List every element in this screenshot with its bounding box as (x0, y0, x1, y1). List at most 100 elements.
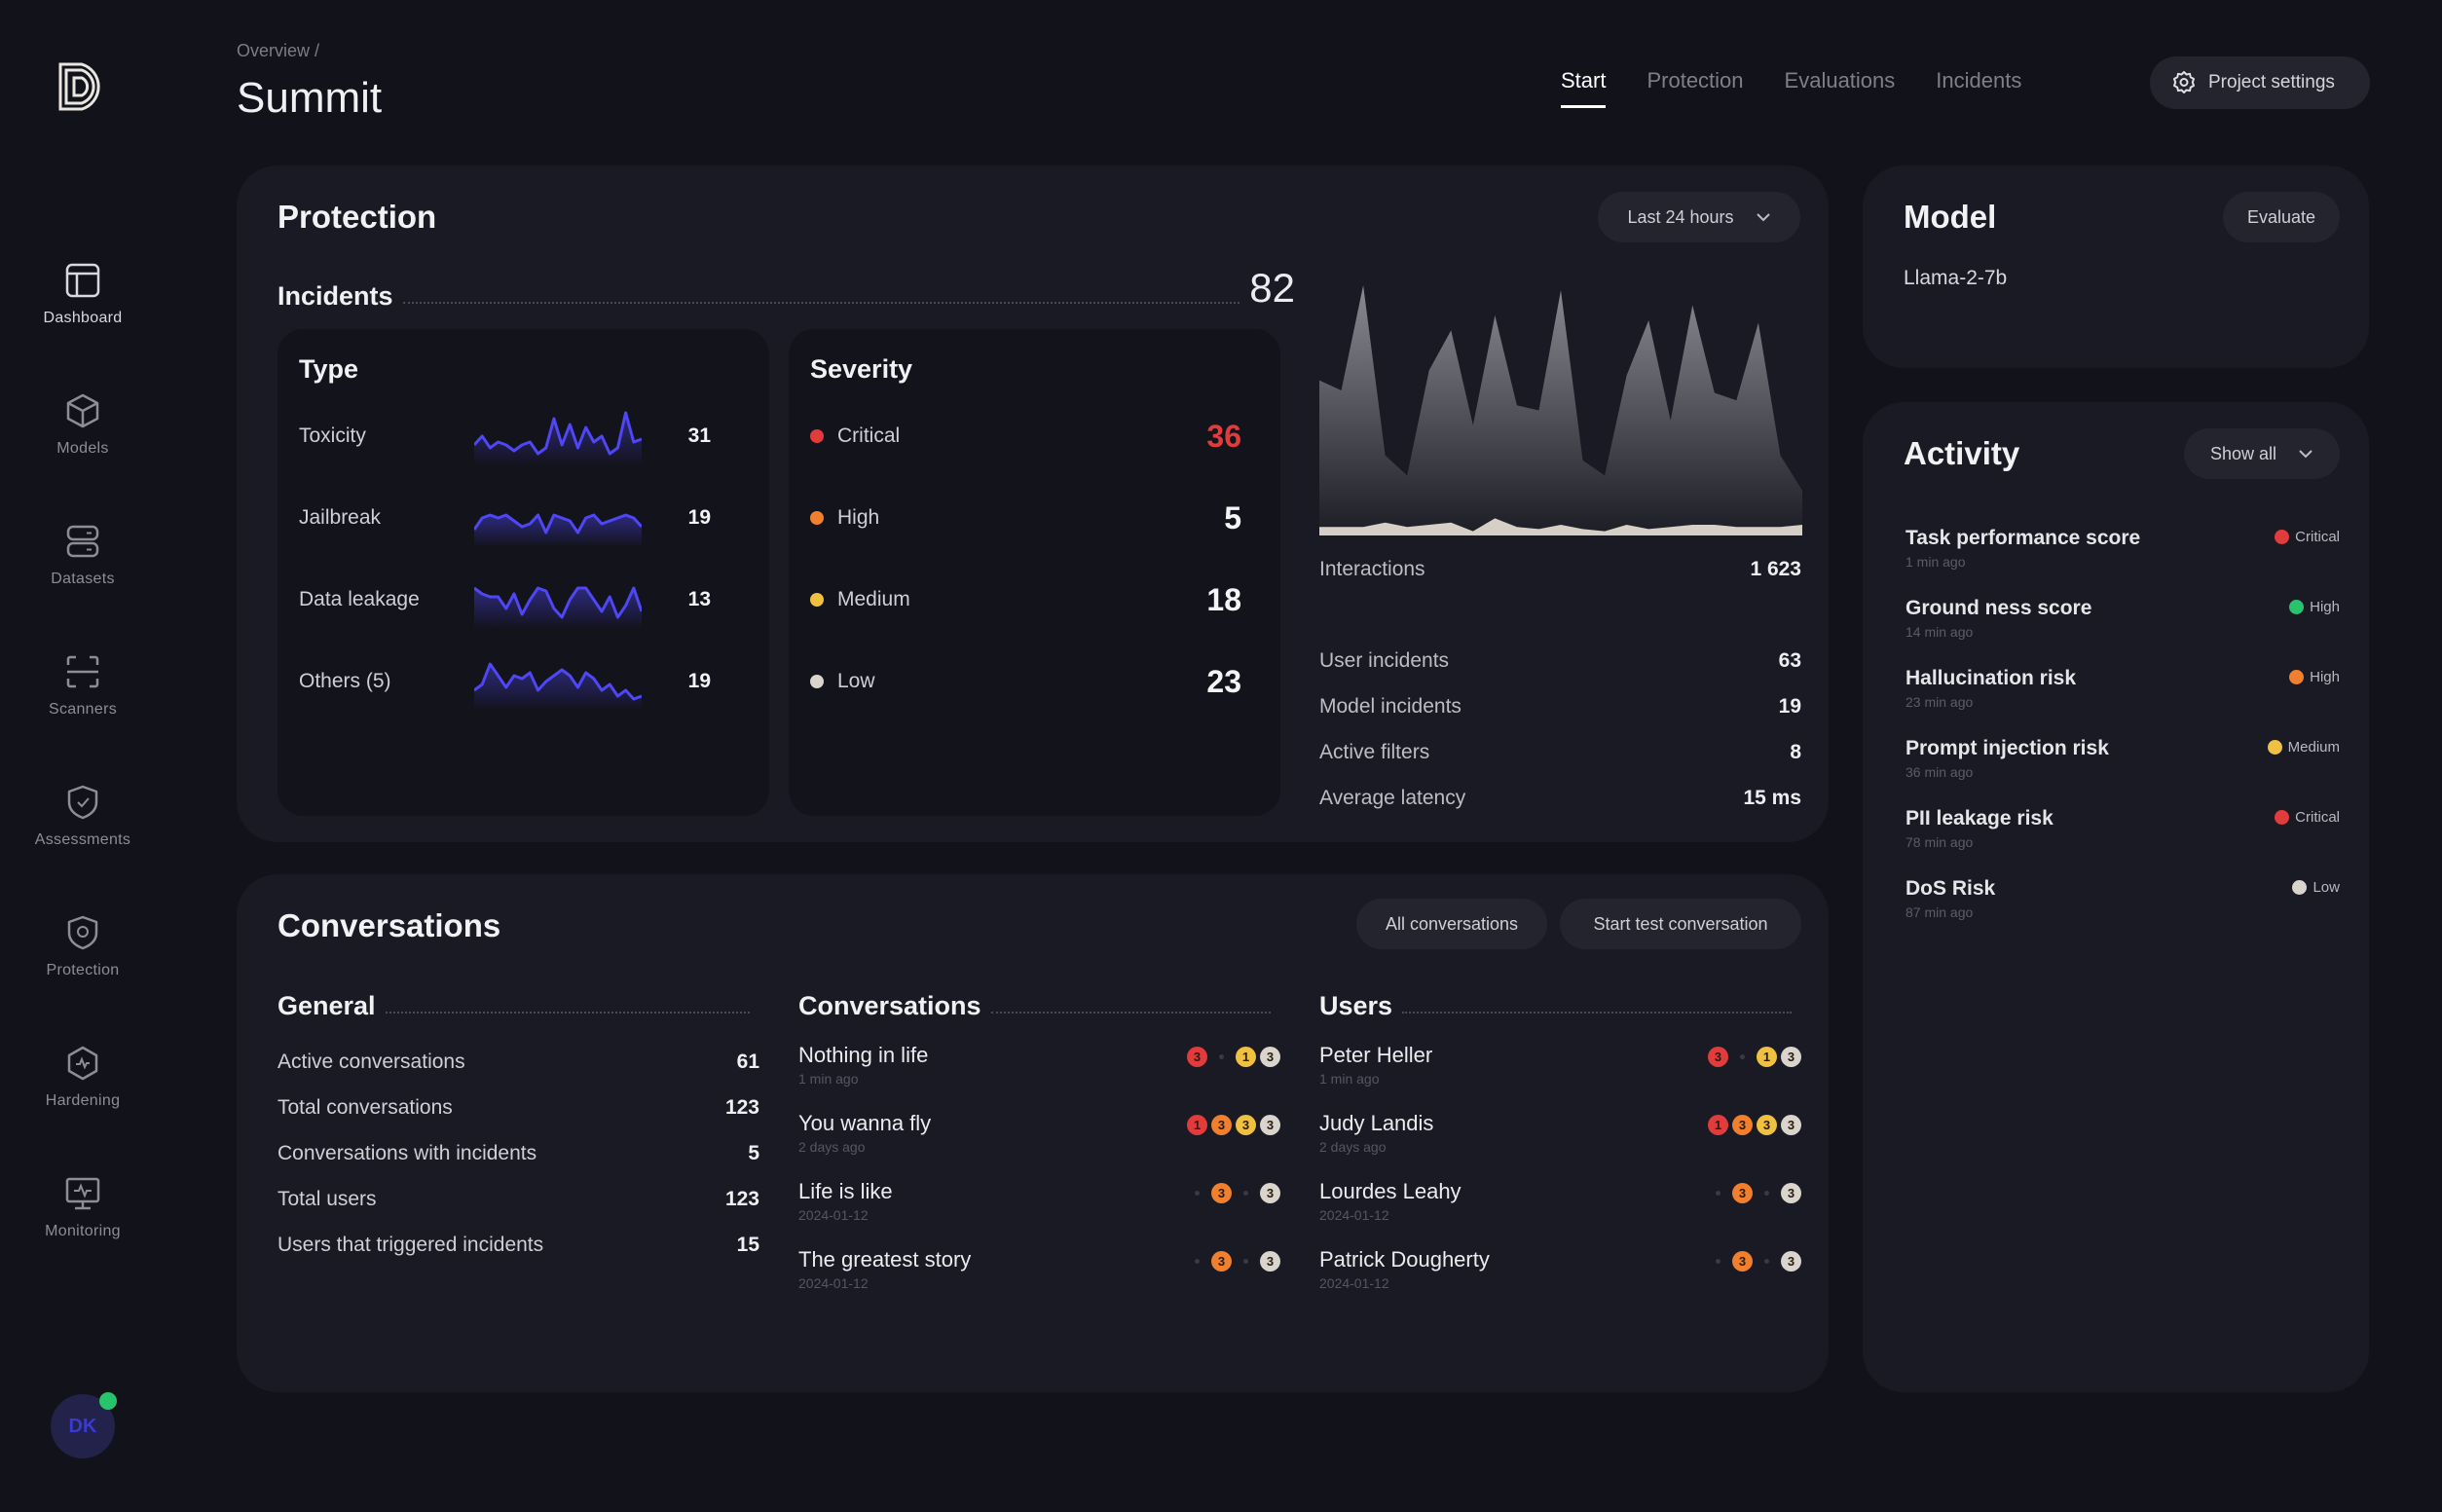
stat-value: 8 (1790, 741, 1801, 763)
project-settings-button[interactable]: Project settings (2150, 56, 2370, 109)
breadcrumb[interactable]: Overview / (237, 41, 319, 61)
activity-item[interactable]: Ground ness score 14 min ago High (1906, 597, 2340, 667)
conversation-row[interactable]: Life is like 2024-01-12 3 3 (798, 1179, 1280, 1247)
user-row[interactable]: Peter Heller 1 min ago 3 1 3 (1319, 1043, 1801, 1111)
severity-row-high[interactable]: High 5 (810, 489, 1241, 547)
interactions-label: Interactions (1319, 558, 1425, 580)
time-range-label: Last 24 hours (1627, 206, 1734, 227)
type-row-toxicity[interactable]: Toxicity 31 (299, 407, 748, 465)
model-name[interactable]: Llama-2-7b (1904, 267, 2007, 290)
activity-item[interactable]: PII leakage risk 78 min ago Critical (1906, 807, 2340, 877)
low-count-badge: 3 (1260, 1115, 1280, 1135)
activity-item[interactable]: Prompt injection risk 36 min ago Medium (1906, 737, 2340, 807)
empty-badge (1211, 1047, 1232, 1067)
activity-title: Hallucination risk (1906, 667, 2077, 689)
tab-protection[interactable]: Protection (1646, 68, 1743, 108)
dotted-divider (1402, 1012, 1792, 1014)
low-count-badge: 3 (1781, 1047, 1801, 1067)
user-row[interactable]: Judy Landis 2 days ago 1 3 3 3 (1319, 1111, 1801, 1179)
user-avatar[interactable]: DK (51, 1392, 117, 1458)
cube-icon (66, 393, 99, 428)
activity-item[interactable]: Hallucination risk 23 min ago High (1906, 667, 2340, 737)
type-count: 19 (687, 670, 711, 692)
activity-title: DoS Risk (1906, 877, 1996, 900)
evaluate-button[interactable]: Evaluate (2223, 192, 2340, 242)
type-count: 31 (687, 424, 711, 447)
start-test-conversation-button[interactable]: Start test conversation (1560, 899, 1801, 949)
conversation-row[interactable]: The greatest story 2024-01-12 3 3 (798, 1247, 1280, 1315)
time-range-dropdown[interactable]: Last 24 hours (1598, 192, 1800, 242)
interactions-area-chart (1319, 285, 1802, 535)
activity-item[interactable]: DoS Risk 87 min ago Low (1906, 877, 2340, 947)
user-row[interactable]: Patrick Dougherty 2024-01-12 3 3 (1319, 1247, 1801, 1315)
severity-badges: 33 (1708, 1183, 1801, 1203)
general-stat-row: Conversations with incidents 5 (278, 1130, 759, 1176)
sidebar: Dashboard Models Datasets Scanners Asses… (0, 0, 166, 1512)
severity-badges: 313 (1187, 1047, 1280, 1067)
severity-dot-icon (2275, 530, 2290, 544)
critical-dot-icon (810, 429, 824, 443)
sidebar-item-assessments[interactable]: Assessments (0, 783, 166, 849)
severity-row-low[interactable]: Low 23 (810, 652, 1241, 711)
sidebar-item-scanners[interactable]: Scanners (0, 652, 166, 719)
sidebar-item-dashboard[interactable]: Dashboard (0, 261, 166, 327)
low-count-badge: 3 (1781, 1251, 1801, 1272)
general-stat-label: Users that triggered incidents (278, 1233, 544, 1256)
critical-count-badge: 1 (1187, 1115, 1207, 1135)
activity-time: 23 min ago (1906, 694, 1974, 710)
severity-row-critical[interactable]: Critical 36 (810, 407, 1241, 465)
project-settings-label: Project settings (2208, 72, 2335, 92)
sidebar-item-label: Hardening (45, 1092, 121, 1109)
empty-badge (1187, 1251, 1207, 1272)
general-stat-label: Total conversations (278, 1095, 453, 1119)
empty-badge (1757, 1251, 1777, 1272)
sidebar-item-label: Monitoring (45, 1223, 121, 1239)
user-row[interactable]: Lourdes Leahy 2024-01-12 3 3 (1319, 1179, 1801, 1247)
interactions-total-area (1319, 285, 1802, 535)
sidebar-item-label: Scanners (49, 701, 117, 718)
row-time: 2 days ago (1319, 1139, 1387, 1155)
jailbreak-sparkline (474, 513, 642, 547)
sidebar-item-datasets[interactable]: Datasets (0, 522, 166, 588)
general-stat-row: Total users 123 (278, 1176, 759, 1222)
general-header: General (278, 991, 759, 1021)
tab-incidents[interactable]: Incidents (1936, 68, 2021, 108)
row-time: 2024-01-12 (1319, 1275, 1389, 1291)
conversation-row[interactable]: You wanna fly 2 days ago 1 3 3 3 (798, 1111, 1280, 1179)
type-row-others[interactable]: Others (5) 19 (299, 652, 748, 711)
type-row-jailbreak[interactable]: Jailbreak 19 (299, 489, 748, 547)
activity-filter-label: Show all (2209, 443, 2277, 463)
type-row-data-leakage[interactable]: Data leakage 13 (299, 571, 748, 629)
severity-name: Medium (837, 588, 910, 610)
severity-row-medium[interactable]: Medium 18 (810, 571, 1241, 629)
severity-badges: 33 (1708, 1251, 1801, 1272)
sidebar-item-monitoring[interactable]: Monitoring (0, 1174, 166, 1240)
activity-filter-dropdown[interactable]: Show all (2184, 428, 2340, 479)
conversation-row[interactable]: Nothing in life 1 min ago 3 1 3 (798, 1043, 1280, 1111)
general-stat-label: Conversations with incidents (278, 1141, 537, 1164)
severity-dot-icon (2292, 880, 2308, 895)
stat-row-model-incidents: Model incidents 19 (1319, 695, 1801, 719)
logo-icon[interactable] (56, 58, 113, 115)
sidebar-item-models[interactable]: Models (0, 391, 166, 458)
high-count-badge: 3 (1211, 1251, 1232, 1272)
general-stat-label: Active conversations (278, 1050, 465, 1073)
sidebar-item-hardening[interactable]: Hardening (0, 1044, 166, 1110)
severity-badges: 33 (1187, 1251, 1280, 1272)
activity-title: Ground ness score (1906, 597, 2092, 619)
severity-badge: Medium (2267, 739, 2340, 756)
high-count-badge: 3 (1732, 1115, 1753, 1135)
all-conversations-button[interactable]: All conversations (1356, 899, 1547, 949)
severity-label: High (2310, 599, 2340, 615)
severity-count: 23 (1206, 663, 1241, 699)
severity-label: Medium (2287, 739, 2340, 756)
critical-count-badge: 1 (1708, 1115, 1728, 1135)
tab-evaluations[interactable]: Evaluations (1785, 68, 1896, 108)
activity-time: 1 min ago (1906, 554, 1966, 570)
severity-name: Critical (837, 424, 901, 447)
high-count-badge: 3 (1211, 1183, 1232, 1203)
tab-start[interactable]: Start (1561, 68, 1607, 108)
sidebar-item-protection[interactable]: Protection (0, 913, 166, 979)
page-title: Summit (237, 74, 383, 122)
activity-item[interactable]: Task performance score 1 min ago Critical (1906, 527, 2340, 597)
